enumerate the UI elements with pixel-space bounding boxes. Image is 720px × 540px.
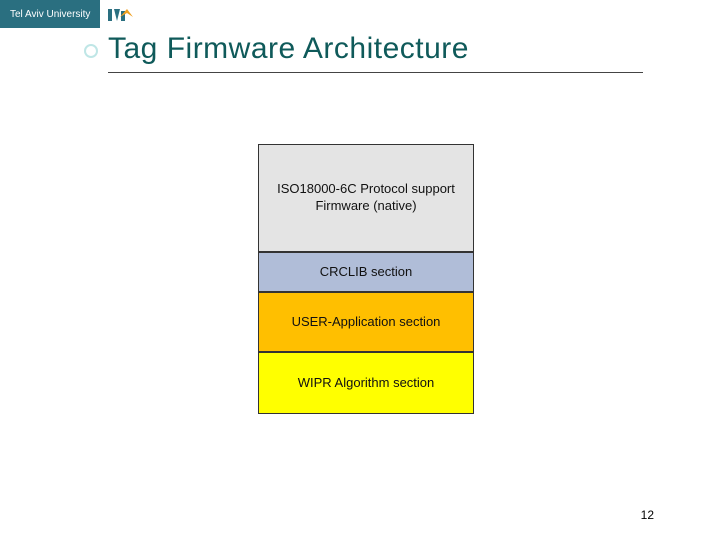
university-logo bbox=[100, 0, 142, 28]
layer-wipr-algorithm: WIPR Algorithm section bbox=[258, 352, 474, 414]
layer-crclib: CRCLIB section bbox=[258, 252, 474, 292]
page-number: 12 bbox=[641, 508, 654, 522]
layer-iso-protocol: ISO18000-6C Protocol support Firmware (n… bbox=[258, 144, 474, 252]
branding-header: Tel Aviv University bbox=[0, 0, 142, 28]
slide-title: Tag Firmware Architecture bbox=[108, 32, 660, 66]
layer-user-application: USER-Application section bbox=[258, 292, 474, 352]
architecture-diagram: ISO18000-6C Protocol support Firmware (n… bbox=[258, 144, 474, 414]
slide-title-block: Tag Firmware Architecture bbox=[108, 32, 660, 73]
title-bullet-icon bbox=[84, 44, 98, 58]
layer-iso-line1: ISO18000-6C Protocol support bbox=[277, 181, 455, 198]
layer-iso-line2: Firmware (native) bbox=[315, 198, 416, 215]
university-name: Tel Aviv University bbox=[0, 0, 100, 28]
logo-icon bbox=[106, 5, 136, 23]
title-underline bbox=[108, 72, 643, 73]
